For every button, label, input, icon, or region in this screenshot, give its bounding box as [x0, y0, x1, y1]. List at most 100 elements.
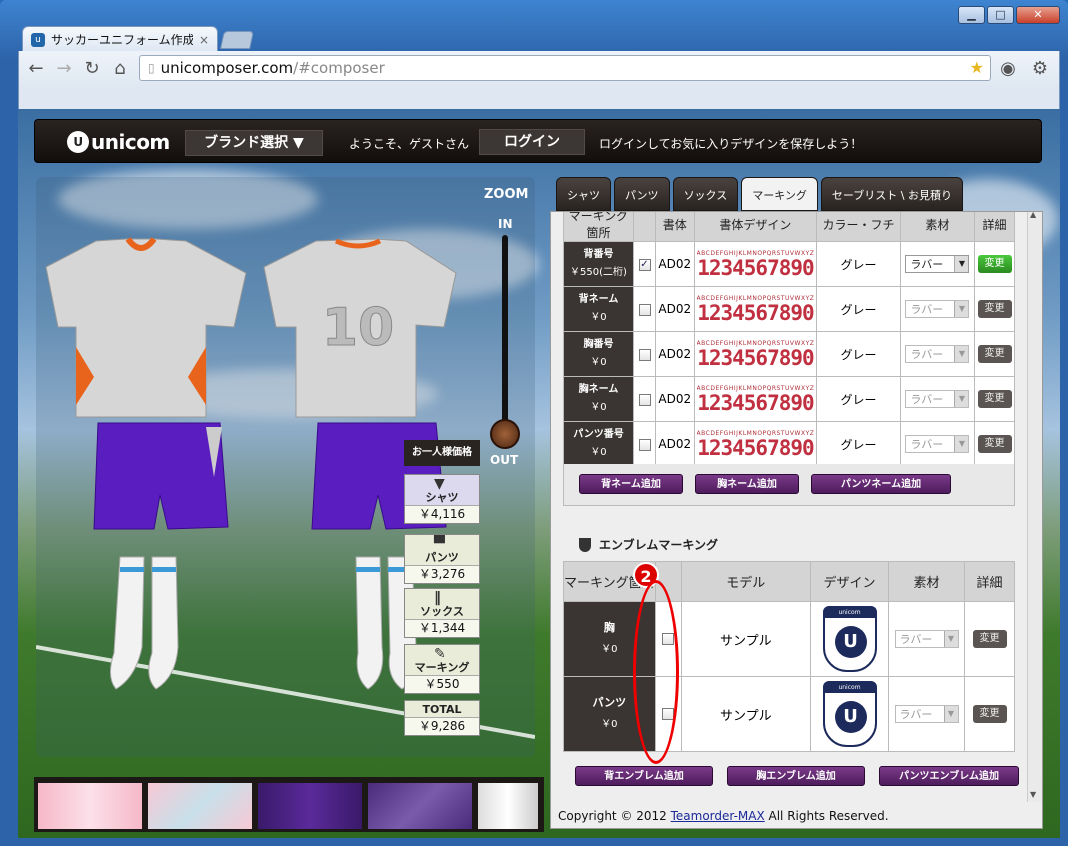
login-button[interactable]: ログイン — [479, 129, 585, 155]
col-header: モデル — [680, 561, 812, 602]
tab-pants[interactable]: パンツ — [614, 177, 670, 211]
address-bar[interactable]: ▯ unicomposer.com/#composer ★ — [139, 55, 991, 81]
thumbnail[interactable] — [38, 783, 142, 829]
shorts-front-icon — [93, 422, 229, 530]
emblem-section-title: エンブレムマーキング — [579, 536, 718, 553]
browser-toolbar: ← → ↻ ⌂ ▯ unicomposer.com/#composer ★ ◉ … — [18, 51, 1060, 87]
browser-tab[interactable]: u サッカーユニフォーム作成 × — [22, 26, 218, 52]
tab-shirt[interactable]: シャツ — [556, 177, 611, 211]
marking-checkbox[interactable]: ✓ — [638, 258, 651, 271]
change-button[interactable]: 変更 — [977, 345, 1012, 363]
add-pants-emblem-button[interactable]: パンツエンブレム追加 — [879, 766, 1019, 786]
marking-checkbox[interactable] — [638, 438, 651, 451]
new-tab-button[interactable] — [220, 31, 254, 49]
material-select[interactable]: ラバー ▼ — [905, 435, 970, 453]
home-icon[interactable]: ⌂ — [109, 59, 131, 79]
change-button[interactable]: 変更 — [972, 630, 1007, 648]
chevron-down-icon: ▼ — [954, 391, 969, 407]
footer-link[interactable]: Teamorder-MAX — [671, 809, 765, 823]
table-row: 胸ネーム ￥0 AD02 ABCDEFGHIJKLMNOPQRSTUVWXYZ 12… — [563, 376, 1015, 422]
font-sample: ABCDEFGHIJKLMNOPQRSTUVWXYZ 1234567890 — [693, 376, 818, 422]
chevron-down-icon: ▼ — [954, 436, 969, 452]
bookmark-star-icon[interactable]: ★ — [970, 58, 984, 77]
category-tabs: シャツ パンツ ソックス マーキング セーブリスト \ お見積り — [556, 177, 963, 211]
tab-socks[interactable]: ソックス — [672, 177, 739, 211]
zoom-slider-track[interactable] — [502, 235, 508, 429]
bookmarks-bar — [18, 87, 1060, 109]
marking-checkbox[interactable] — [638, 303, 651, 316]
unicom-logo[interactable]: Uunicom — [67, 130, 170, 154]
thumbnail[interactable] — [478, 783, 538, 829]
url-host: unicomposer.com — [160, 59, 294, 77]
font-sample: ABCDEFGHIJKLMNOPQRSTUVWXYZ 1234567890 — [693, 241, 818, 287]
col-header: 書体 — [655, 212, 695, 242]
thumbnail[interactable] — [148, 783, 252, 829]
tab-savelist[interactable]: セーブリスト \ お見積り — [820, 177, 963, 211]
material-select[interactable]: ラバー ▼ — [894, 705, 959, 723]
zoom-slider-knob[interactable] — [490, 419, 520, 449]
tab-marking[interactable]: マーキング — [741, 177, 818, 211]
marking-table: マーキング箇所 書体 書体デザイン カラー・フチ 素材 詳細 背番号 ￥550(二… — [563, 212, 1015, 467]
emblem-design-icon[interactable]: unicom U — [822, 681, 877, 747]
col-header: デザイン — [810, 561, 889, 602]
material-select[interactable]: ラバー ▼ — [905, 345, 970, 363]
annotation-highlight-oval — [633, 580, 679, 764]
add-back-name-button[interactable]: 背ネーム追加 — [579, 474, 683, 494]
change-button[interactable]: 変更 — [977, 255, 1012, 273]
reload-icon[interactable]: ↻ — [81, 59, 103, 79]
change-button[interactable]: 変更 — [977, 435, 1012, 453]
scroll-up-icon[interactable]: ▲ — [1030, 212, 1036, 219]
scrollbar[interactable]: ▲ ▼ — [1027, 212, 1042, 802]
minimize-icon[interactable]: ▁ — [958, 6, 985, 24]
marking-checkbox[interactable] — [638, 348, 651, 361]
close-window-icon[interactable]: ✕ — [1016, 6, 1060, 24]
add-chest-emblem-button[interactable]: 胸エンブレム追加 — [727, 766, 865, 786]
add-chest-name-button[interactable]: 胸ネーム追加 — [695, 474, 799, 494]
table-row: パンツ ￥0 サンプル unicom U ラバー ▼ 変更 — [563, 676, 1015, 752]
zoom-in-label: IN — [498, 217, 513, 231]
emblem-design-icon[interactable]: unicom U — [822, 606, 877, 672]
chevron-down-icon: ▼ — [943, 706, 958, 722]
thumbnail[interactable] — [258, 783, 362, 829]
brand-select-button[interactable]: ブランド選択 ▼ — [185, 130, 323, 156]
add-pants-name-button[interactable]: パンツネーム追加 — [811, 474, 951, 494]
price-socks: ‖ ソックス ￥1,344 — [404, 588, 480, 638]
material-select[interactable]: ラバー ▼ — [894, 630, 959, 648]
zoom-out-label: OUT — [490, 453, 519, 467]
material-select[interactable]: ラバー ▼ — [905, 300, 970, 318]
eye-extension-icon[interactable]: ◉ — [997, 59, 1019, 79]
add-back-emblem-button[interactable]: 背エンブレム追加 — [575, 766, 713, 786]
table-row: 胸 ￥0 サンプル unicom U ラバー ▼ 変更 — [563, 601, 1015, 677]
table-row: 背番号 ￥550(二桁) ✓ AD02 ABCDEFGHIJKLMNOPQRSTU… — [563, 241, 1015, 287]
col-header: 詳細 — [964, 561, 1015, 602]
change-button[interactable]: 変更 — [977, 300, 1012, 318]
copyright: Copyright © 2012 Teamorder-MAX All Right… — [558, 809, 889, 823]
shirt-icon: ▼ — [434, 476, 445, 492]
marking-checkbox[interactable] — [638, 393, 651, 406]
material-select[interactable]: ラバー ▼ — [905, 390, 970, 408]
chevron-down-icon: ▼ — [954, 301, 969, 317]
price-pants: ▀ パンツ ￥3,276 — [404, 534, 480, 584]
page-icon: ▯ — [148, 61, 155, 75]
back-icon[interactable]: ← — [25, 59, 47, 79]
shirt-front-icon — [45, 237, 247, 418]
scroll-down-icon[interactable]: ▼ — [1030, 790, 1036, 799]
forward-icon[interactable]: → — [53, 59, 75, 79]
site-header: Uunicom ブランド選択 ▼ ようこそ、ゲストさん ログイン ログインしてお… — [34, 119, 1042, 163]
thumbnail[interactable] — [368, 783, 472, 829]
col-header: 素材 — [888, 561, 965, 602]
price-marking: ✎ マーキング ￥550 — [404, 644, 480, 694]
shield-icon — [579, 537, 591, 552]
font-sample: ABCDEFGHIJKLMNOPQRSTUVWXYZ 1234567890 — [693, 421, 818, 467]
font-sample: ABCDEFGHIJKLMNOPQRSTUVWXYZ 1234567890 — [693, 331, 818, 377]
chevron-down-icon: ▼ — [954, 346, 969, 362]
change-button[interactable]: 変更 — [977, 390, 1012, 408]
wrench-icon[interactable]: ⚙ — [1029, 59, 1051, 79]
material-select[interactable]: ラバー ▼ — [905, 255, 970, 273]
tab-close-icon[interactable]: × — [199, 33, 209, 47]
save-message: ログインしてお気に入りデザインを保存しよう！ — [599, 137, 863, 151]
change-button[interactable]: 変更 — [972, 705, 1007, 723]
table-row: パンツ番号 ￥0 AD02 ABCDEFGHIJKLMNOPQRSTUVWXYZ 1… — [563, 421, 1015, 467]
maximize-icon[interactable]: □ — [987, 6, 1014, 24]
col-header: 素材 — [899, 212, 976, 242]
